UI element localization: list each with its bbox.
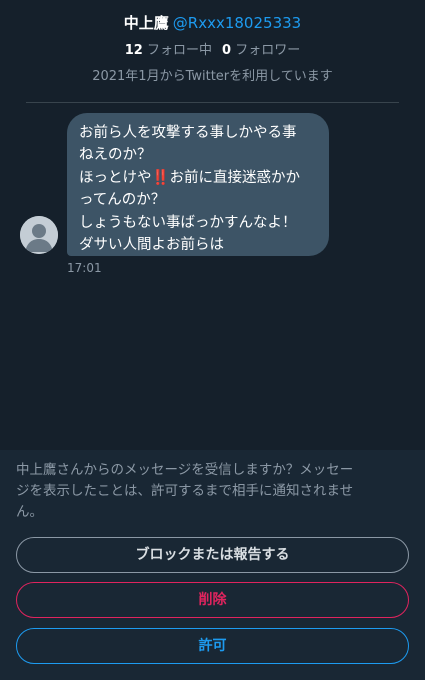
message-line: ダサい人間よお前らは [79,237,224,254]
message-request-panel: 中上鷹さんからのメッセージを受信しますか？メッセー ジを表示したことは、許可する… [0,450,425,680]
message-text: お前に直接迷惑かか [169,169,301,186]
profile-name-line: 中上鷹 @Rxxx18025333 [0,12,425,34]
block-or-report-button[interactable]: ブロックまたは報告する [16,537,409,573]
default-avatar-icon [20,216,58,254]
sender-avatar[interactable] [20,216,58,254]
followers-count[interactable]: 0 [222,43,231,58]
display-name[interactable]: 中上鷹 [124,14,169,32]
user-handle[interactable]: @Rxxx18025333 [173,14,301,32]
joined-date: 2021年1月からTwitterを利用しています [92,69,333,84]
message-line: ってんのか？ [79,192,166,209]
message-line: お前ら人を攻撃する事しかやる事 [79,125,297,141]
prompt-line: ん。 [16,504,43,520]
prompt-line: 中上鷹さんからのメッセージを受信しますか？メッセー [16,462,354,478]
double-exclamation-icon: ‼️ [151,169,170,186]
message-line: しょうもない事ばっかすんなよ！ [79,214,297,231]
header-divider [26,102,399,103]
following-label[interactable]: フォロー中 [147,43,212,58]
delete-button[interactable]: 削除 [16,582,409,618]
message-line: ほっとけや‼️お前に直接迷惑かか [79,167,317,189]
message-line: ねえのか？ [79,147,152,164]
followers-label[interactable]: フォロワー [235,43,300,58]
follow-stats: 12 フォロー中 0 フォロワー [0,42,425,60]
profile-header: 中上鷹 @Rxxx18025333 12 フォロー中 0 フォロワー 2021年1月… [0,12,425,86]
message-timestamp: 17:01 [67,261,102,275]
request-prompt: 中上鷹さんからのメッセージを受信しますか？メッセー ジを表示したことは、許可する… [16,460,409,523]
following-count[interactable]: 12 [125,43,143,58]
message-bubble[interactable]: お前ら人を攻撃する事しかやる事 ねえのか？ ほっとけや‼️お前に直接迷惑かか っ… [67,113,329,256]
accept-button[interactable]: 許可 [16,628,409,664]
prompt-line: ジを表示したことは、許可するまで相手に通知されませ [16,483,354,499]
message-text: ほっとけや [79,169,152,186]
